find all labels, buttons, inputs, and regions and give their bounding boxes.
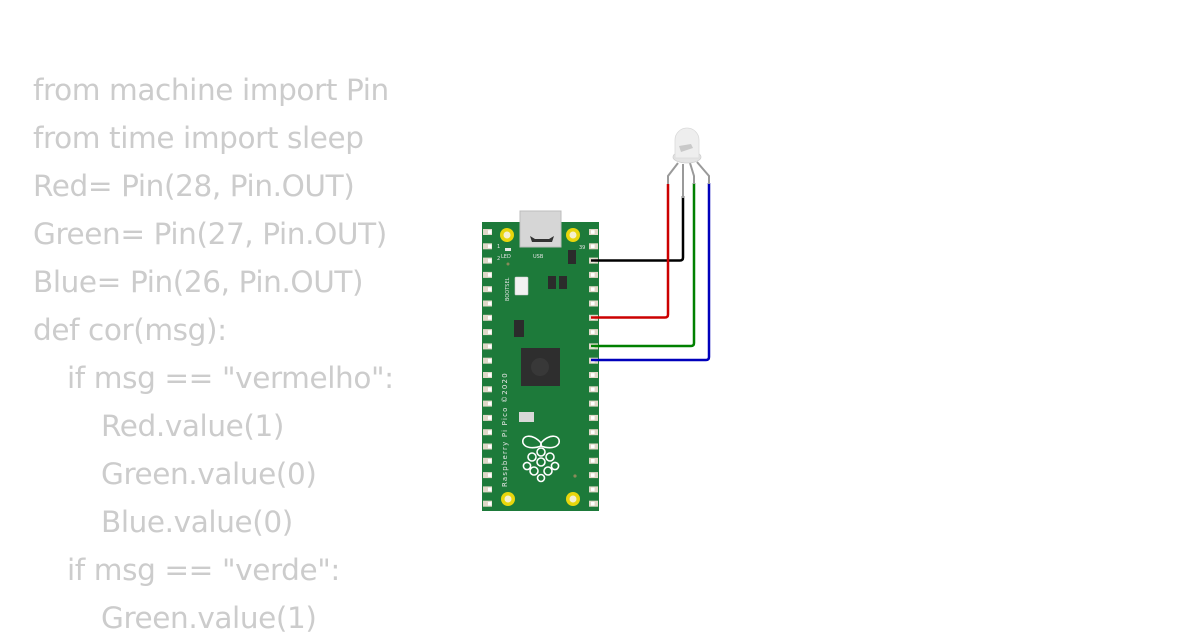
pin-hole xyxy=(591,416,595,420)
led-label: LED xyxy=(501,254,511,260)
pin-hole xyxy=(591,444,595,449)
pin-hole xyxy=(488,430,492,434)
mount-hole xyxy=(501,492,515,506)
pin-hole xyxy=(591,487,595,492)
led-leg-red xyxy=(667,162,679,184)
pin-hole xyxy=(591,430,595,434)
pin-hole xyxy=(591,230,595,234)
pin-hole xyxy=(488,387,492,392)
raspberry-pi-pico-board[interactable]: 1 2 39 LED USB BOOTSEL Raspberry Pi Pico… xyxy=(482,210,599,511)
mount-hole xyxy=(566,228,580,242)
pin-hole xyxy=(488,459,492,463)
led-lens xyxy=(674,127,700,159)
pin39-label: 39 xyxy=(579,245,585,251)
pin-hole xyxy=(591,459,595,463)
circuit-diagram: 1 2 39 LED USB BOOTSEL Raspberry Pi Pico… xyxy=(482,127,711,511)
smd-component xyxy=(548,276,556,289)
pin-hole xyxy=(488,344,492,349)
pin-hole xyxy=(488,301,492,306)
pin-hole xyxy=(488,416,492,420)
mount-hole xyxy=(500,228,514,242)
pin-hole xyxy=(488,487,492,492)
pin-hole xyxy=(488,273,492,277)
bootsel-label: BOOTSEL xyxy=(505,277,511,301)
smd-component xyxy=(568,250,576,264)
mount-hole xyxy=(566,492,580,506)
pin-hole xyxy=(591,244,595,249)
pin-hole xyxy=(488,330,492,334)
pin-hole xyxy=(488,373,492,377)
pin-hole xyxy=(488,244,492,249)
pin-hole xyxy=(488,401,492,406)
pin-hole xyxy=(591,373,595,377)
wire-red[interactable] xyxy=(591,184,670,319)
usb-connector xyxy=(519,210,562,248)
pin-hole xyxy=(488,501,492,506)
pin-hole xyxy=(591,501,595,506)
wires xyxy=(591,183,711,362)
pin-hole xyxy=(591,330,595,334)
pin-hole xyxy=(488,316,492,320)
pin1-label: 1 xyxy=(497,244,500,250)
usb-label: USB xyxy=(533,254,544,260)
status-led xyxy=(505,248,511,251)
pin-hole xyxy=(591,287,595,291)
smd-component xyxy=(514,320,524,337)
board-title: Raspberry Pi Pico ©2020 xyxy=(501,372,509,487)
pin-hole xyxy=(488,358,492,363)
rp2040-logo xyxy=(531,358,549,376)
led-leg-green xyxy=(689,162,695,184)
pin-hole xyxy=(591,473,595,477)
pin-hole xyxy=(591,273,595,277)
via xyxy=(573,474,577,478)
pin-hole xyxy=(591,301,595,306)
pin2-label: 2 xyxy=(497,256,500,262)
pin-hole xyxy=(488,230,492,234)
rgb-led[interactable] xyxy=(667,127,710,198)
pin-hole xyxy=(488,473,492,477)
wire-green[interactable] xyxy=(591,183,696,348)
pin-hole xyxy=(591,401,595,406)
smd-component xyxy=(559,276,567,289)
wire-blue[interactable] xyxy=(591,183,711,362)
debug-pad xyxy=(519,412,534,422)
pin-hole xyxy=(488,287,492,291)
led-leg-blue xyxy=(696,161,710,184)
pin-hole xyxy=(488,444,492,449)
led-via xyxy=(506,262,510,266)
bootsel-button[interactable] xyxy=(514,276,529,296)
pin-hole xyxy=(591,387,595,392)
pin-hole xyxy=(488,258,492,263)
